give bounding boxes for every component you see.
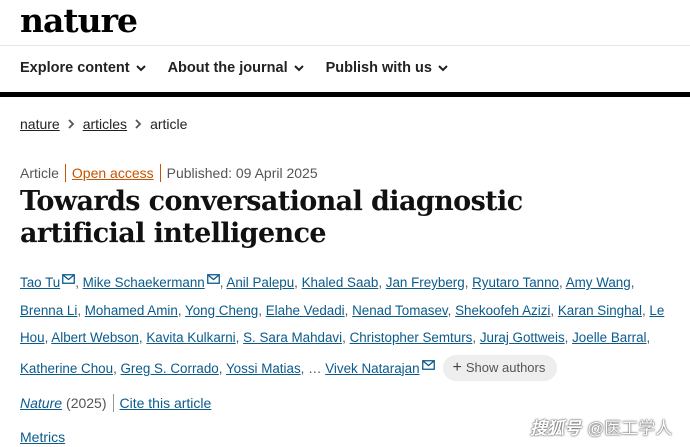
chevron-down-icon — [135, 64, 146, 72]
author-link[interactable]: Katherine Chou — [20, 361, 113, 376]
author-separator: , — [177, 302, 186, 318]
author-separator: , — [447, 302, 456, 318]
breadcrumb-nature[interactable]: nature — [20, 116, 60, 132]
nav-explore-content[interactable]: Explore content — [20, 60, 146, 76]
author-link[interactable]: Yossi Matias — [226, 361, 301, 376]
author-link[interactable]: Ryutaro Tanno — [472, 275, 559, 290]
author-separator: , — [218, 360, 226, 376]
email-icon[interactable] — [206, 266, 220, 294]
author-link[interactable]: Shekoofeh Azizi — [455, 303, 550, 318]
chevron-right-icon — [135, 119, 142, 129]
author-separator: , — [235, 330, 244, 345]
chevron-right-icon — [68, 119, 75, 129]
author-separator: , — [646, 330, 651, 345]
citation-row: Nature (2025) Cite this article — [20, 394, 211, 412]
nav-explore-label: Explore content — [20, 60, 130, 76]
author-link[interactable]: Khaled Saab — [302, 275, 379, 290]
breadcrumb-current: article — [150, 116, 188, 132]
author-list: Tao Tu, Mike Schaekermann, Anil Palepu, … — [20, 266, 680, 382]
author-separator: , — [344, 302, 353, 318]
nav-publish-label: Publish with us — [325, 60, 432, 76]
show-authors-button[interactable]: + Show authors — [442, 354, 558, 381]
nav-about-label: About the journal — [167, 60, 288, 76]
author-link[interactable]: Yong Cheng — [185, 303, 258, 318]
author-ellipsis: … — [304, 360, 326, 376]
article-type: Article — [20, 165, 59, 181]
nav-about-journal[interactable]: About the journal — [168, 60, 304, 76]
watermark-handle: @医工学人 — [587, 419, 673, 438]
author-separator: , — [564, 330, 573, 345]
watermark: 搜狐号 @医工学人 — [530, 414, 672, 439]
article-meta: Article Open access Published: 09 April … — [20, 164, 318, 182]
author-link[interactable]: Amy Wang — [566, 275, 631, 290]
nature-logo[interactable]: nature — [20, 1, 138, 40]
author-link[interactable]: Greg S. Corrado — [121, 361, 219, 376]
author-separator: , — [559, 275, 566, 290]
author-link[interactable]: Karan Singhal — [558, 303, 642, 318]
header-bottom-bar — [0, 92, 690, 97]
email-icon[interactable] — [421, 352, 435, 380]
author-link[interactable]: Elahe Vedadi — [266, 303, 345, 318]
author-link[interactable]: Juraj Gottweis — [480, 330, 565, 345]
header-divider — [0, 45, 690, 46]
author-link[interactable]: Albert Webson — [51, 330, 139, 345]
author-separator: , — [472, 330, 480, 345]
plus-icon: + — [452, 358, 462, 376]
meta-divider — [159, 164, 161, 182]
author-separator: , — [342, 330, 350, 345]
open-access-link[interactable]: Open access — [72, 165, 154, 181]
author-link[interactable]: Mike Schaekermann — [83, 275, 205, 290]
main-nav: Explore content About the journal Publis… — [20, 60, 448, 76]
author-link[interactable]: Nenad Tomasev — [352, 303, 448, 318]
article-title: Towards conversational diagnostic artifi… — [20, 186, 523, 249]
author-link[interactable]: Vivek Natarajan — [325, 361, 419, 376]
author-link[interactable]: Mohamed Amin — [85, 303, 178, 318]
cite-this-article-link[interactable]: Cite this article — [120, 395, 212, 411]
author-separator: , — [75, 275, 83, 290]
author-link[interactable]: Jan Freyberg — [386, 275, 465, 290]
author-link[interactable]: S. Sara Mahdavi — [243, 330, 342, 345]
author-link[interactable]: Brenna Li — [20, 303, 77, 318]
breadcrumb: nature articles article — [20, 116, 187, 132]
publication-year: (2025) — [66, 395, 107, 411]
author-separator: , — [550, 302, 558, 318]
author-separator: , — [630, 275, 635, 290]
meta-divider — [64, 164, 66, 182]
chevron-down-icon — [438, 64, 448, 72]
nav-publish-with-us[interactable]: Publish with us — [326, 60, 448, 76]
author-link[interactable]: Joelle Barral — [572, 330, 646, 345]
cite-divider — [112, 394, 114, 412]
show-authors-label: Show authors — [465, 359, 546, 375]
chevron-down-icon — [293, 64, 304, 72]
published-date: Published: 09 April 2025 — [166, 165, 318, 181]
breadcrumb-articles[interactable]: articles — [83, 116, 127, 132]
author-link[interactable]: Christopher Semturs — [350, 330, 473, 345]
author-link[interactable]: Kavita Kulkarni — [146, 330, 235, 345]
metrics-link[interactable]: Metrics — [20, 429, 65, 445]
author-separator: , — [378, 275, 386, 290]
author-separator: , — [77, 302, 85, 318]
author-separator: , — [294, 275, 302, 290]
author-separator: , — [258, 302, 266, 318]
journal-link[interactable]: Nature — [20, 395, 62, 411]
watermark-logo: 搜狐号 — [530, 419, 581, 438]
email-icon[interactable] — [62, 266, 76, 294]
author-separator: , — [113, 360, 121, 376]
author-link[interactable]: Tao Tu — [20, 275, 60, 290]
author-link[interactable]: Anil Palepu — [226, 275, 294, 290]
